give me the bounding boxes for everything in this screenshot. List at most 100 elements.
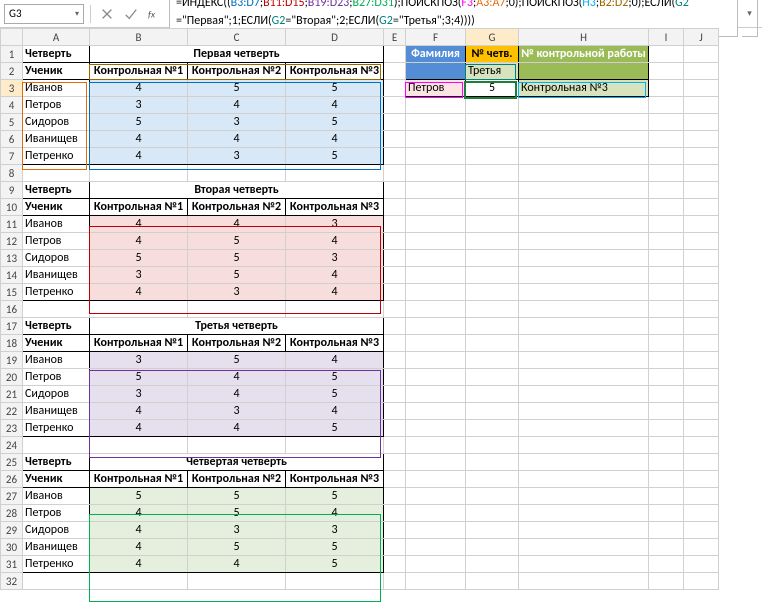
cell[interactable] xyxy=(519,386,649,403)
cell[interactable]: 3 xyxy=(286,522,384,539)
cell[interactable]: 4 xyxy=(286,352,384,369)
cell[interactable] xyxy=(466,250,519,267)
cell[interactable] xyxy=(384,369,406,386)
cell[interactable] xyxy=(519,471,649,488)
cell[interactable] xyxy=(466,471,519,488)
cell[interactable] xyxy=(466,318,519,335)
cell[interactable] xyxy=(684,250,719,267)
cell[interactable]: Петренко xyxy=(23,148,90,165)
col-header[interactable]: A xyxy=(23,29,90,46)
cell[interactable]: Петров xyxy=(23,369,90,386)
cell[interactable] xyxy=(90,437,188,454)
cell[interactable] xyxy=(519,233,649,250)
col-header[interactable]: B xyxy=(90,29,188,46)
cell[interactable] xyxy=(649,182,684,199)
col-header[interactable]: E xyxy=(384,29,406,46)
fx-icon[interactable]: fx xyxy=(145,4,165,24)
cell[interactable] xyxy=(519,148,649,165)
cell[interactable] xyxy=(466,267,519,284)
cell[interactable]: 4 xyxy=(90,216,188,233)
cell[interactable]: Фамилия xyxy=(406,46,466,63)
row-header[interactable]: 31 xyxy=(1,556,23,573)
cell[interactable] xyxy=(519,97,649,114)
cell[interactable]: 5 xyxy=(286,369,384,386)
cell[interactable] xyxy=(519,318,649,335)
cell[interactable]: Иванищев xyxy=(23,539,90,556)
cell[interactable] xyxy=(406,471,466,488)
cell[interactable] xyxy=(649,216,684,233)
cell[interactable]: Петров xyxy=(23,97,90,114)
cell[interactable] xyxy=(519,539,649,556)
cell[interactable]: 3 xyxy=(90,97,188,114)
col-header[interactable]: G xyxy=(466,29,519,46)
cell[interactable]: Сидоров xyxy=(23,386,90,403)
row-header[interactable]: 32 xyxy=(1,573,23,590)
cell[interactable]: 4 xyxy=(90,403,188,420)
cell[interactable] xyxy=(466,182,519,199)
cell[interactable]: 4 xyxy=(286,284,384,301)
cell[interactable] xyxy=(519,216,649,233)
cell[interactable]: 4 xyxy=(286,131,384,148)
cell[interactable] xyxy=(384,352,406,369)
cell[interactable]: Иванищев xyxy=(23,267,90,284)
cell[interactable] xyxy=(406,97,466,114)
cell[interactable] xyxy=(406,488,466,505)
cell[interactable] xyxy=(519,556,649,573)
cell[interactable] xyxy=(684,301,719,318)
col-header[interactable]: F xyxy=(406,29,466,46)
cell[interactable] xyxy=(684,420,719,437)
cell[interactable]: 4 xyxy=(90,556,188,573)
cell[interactable] xyxy=(384,250,406,267)
row-header[interactable]: 18 xyxy=(1,335,23,352)
cell[interactable] xyxy=(649,539,684,556)
cell[interactable]: № четв. xyxy=(466,46,519,63)
cell[interactable]: 5 xyxy=(90,250,188,267)
cell[interactable] xyxy=(23,437,90,454)
cell[interactable]: Ученик xyxy=(23,335,90,352)
cell[interactable]: Четверть xyxy=(23,46,90,63)
cell[interactable]: 4 xyxy=(90,505,188,522)
row-header[interactable]: 23 xyxy=(1,420,23,437)
cell[interactable]: 4 xyxy=(90,80,188,97)
cell[interactable] xyxy=(466,216,519,233)
cell[interactable] xyxy=(406,539,466,556)
cell[interactable] xyxy=(649,522,684,539)
cell[interactable]: Сидоров xyxy=(23,114,90,131)
cell[interactable] xyxy=(384,335,406,352)
cell[interactable] xyxy=(519,131,649,148)
cell[interactable] xyxy=(519,352,649,369)
cell[interactable] xyxy=(649,97,684,114)
cell[interactable]: 4 xyxy=(90,233,188,250)
cell[interactable]: Ученик xyxy=(23,199,90,216)
cell[interactable] xyxy=(384,505,406,522)
cell[interactable] xyxy=(384,216,406,233)
cell[interactable]: Иванов xyxy=(23,216,90,233)
cell[interactable] xyxy=(406,505,466,522)
cell[interactable]: 5 xyxy=(286,148,384,165)
cell[interactable] xyxy=(649,369,684,386)
cell[interactable] xyxy=(384,573,406,590)
cell[interactable]: 5 xyxy=(188,267,286,284)
cell[interactable]: Четверть xyxy=(23,182,90,199)
cell[interactable] xyxy=(384,488,406,505)
cell[interactable] xyxy=(406,301,466,318)
cell[interactable] xyxy=(406,250,466,267)
cell[interactable] xyxy=(649,165,684,182)
cell[interactable] xyxy=(406,420,466,437)
cell[interactable] xyxy=(466,165,519,182)
cell[interactable] xyxy=(519,335,649,352)
cell[interactable] xyxy=(23,573,90,590)
cell[interactable] xyxy=(519,369,649,386)
cell[interactable]: Контрольная №2 xyxy=(188,471,286,488)
row-header[interactable]: 25 xyxy=(1,454,23,471)
cell[interactable]: 4 xyxy=(90,539,188,556)
cell[interactable] xyxy=(649,267,684,284)
cell[interactable] xyxy=(384,131,406,148)
cell[interactable]: № контрольной работы xyxy=(519,46,649,63)
cell[interactable] xyxy=(384,420,406,437)
cell[interactable] xyxy=(684,454,719,471)
cell[interactable] xyxy=(466,403,519,420)
cell[interactable]: 5 xyxy=(466,80,519,97)
cell[interactable]: 4 xyxy=(90,522,188,539)
cell[interactable] xyxy=(466,573,519,590)
